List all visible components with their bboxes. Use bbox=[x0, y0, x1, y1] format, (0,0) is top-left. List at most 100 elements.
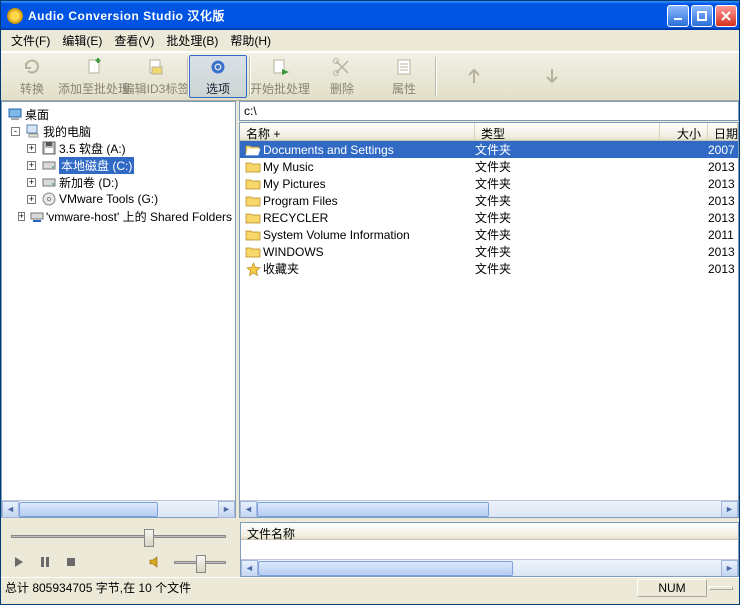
list-hscroll[interactable]: ◄ ► bbox=[240, 500, 738, 517]
stop-button[interactable] bbox=[63, 554, 79, 570]
file-list: 名称 + 类型 大小 日期 Documents and Settings文件夹2… bbox=[239, 122, 739, 518]
file-date: 2007 bbox=[708, 143, 738, 157]
pause-button[interactable] bbox=[37, 554, 53, 570]
menu-help[interactable]: 帮助(H) bbox=[224, 30, 277, 51]
expand-icon[interactable]: + bbox=[27, 161, 36, 170]
toolbar-addbatch-button[interactable]: 添加至批处理 bbox=[63, 53, 125, 100]
props-icon bbox=[393, 56, 415, 78]
toolbar-label: 转换 bbox=[20, 80, 44, 97]
scroll-left-icon[interactable]: ◄ bbox=[240, 501, 257, 518]
folder-icon bbox=[245, 194, 261, 208]
expand-icon[interactable]: + bbox=[27, 144, 36, 153]
gear-icon bbox=[207, 56, 229, 78]
col-size[interactable]: 大小 bbox=[660, 123, 708, 140]
file-date: 2013 bbox=[708, 177, 738, 191]
file-name: 收藏夹 bbox=[263, 260, 299, 277]
file-date: 2013 bbox=[708, 211, 738, 225]
toolbar-startbatch-button[interactable]: 开始批处理 bbox=[249, 53, 311, 100]
toolbar-props-button[interactable]: 属性 bbox=[373, 53, 435, 100]
bottom-col-filename[interactable]: 文件名称 bbox=[241, 523, 738, 540]
toolbar-editid3-button[interactable]: 编辑ID3标签 bbox=[125, 53, 187, 100]
scroll-left-icon[interactable]: ◄ bbox=[241, 560, 258, 577]
file-type: 文件夹 bbox=[475, 158, 660, 175]
status-empty bbox=[709, 586, 733, 590]
bottom-list: 文件名称 ◄ ► bbox=[240, 522, 739, 577]
toolbar-options-button[interactable]: 选项 bbox=[187, 53, 249, 100]
minimize-button[interactable] bbox=[667, 5, 689, 27]
tree-mycomputer[interactable]: - 我的电脑 bbox=[5, 123, 232, 139]
folder-icon bbox=[245, 160, 261, 174]
file-name: WINDOWS bbox=[263, 245, 324, 259]
file-row[interactable]: My Pictures文件夹2013 bbox=[240, 175, 738, 192]
folder-icon bbox=[245, 228, 261, 242]
toolbar: 转换 添加至批处理编辑ID3标签选项开始批处理 删除 属性 bbox=[1, 52, 739, 101]
netdrive-icon bbox=[30, 209, 44, 223]
col-date[interactable]: 日期 bbox=[708, 123, 738, 140]
status-num: NUM bbox=[637, 579, 707, 597]
tree-label: 3.5 软盘 (A:) bbox=[59, 140, 126, 157]
menu-batch[interactable]: 批处理(B) bbox=[160, 30, 224, 51]
tree-label: VMware Tools (G:) bbox=[59, 192, 158, 206]
expand-icon[interactable]: + bbox=[18, 212, 25, 221]
tree-drive[interactable]: +3.5 软盘 (A:) bbox=[5, 140, 232, 156]
scroll-right-icon[interactable]: ► bbox=[721, 501, 738, 518]
folder-icon bbox=[245, 211, 261, 225]
toolbar-label: 编辑ID3标签 bbox=[123, 80, 190, 97]
statusbar: 总计 805934705 字节,在 10 个文件 NUM bbox=[1, 577, 739, 597]
volume-slider[interactable] bbox=[174, 552, 226, 572]
bottom-hscroll[interactable]: ◄ ► bbox=[241, 559, 738, 576]
arrow-down-icon bbox=[541, 65, 563, 87]
col-name[interactable]: 名称 + bbox=[240, 123, 475, 140]
app-icon bbox=[7, 8, 23, 24]
col-type[interactable]: 类型 bbox=[475, 123, 660, 140]
file-type: 文件夹 bbox=[475, 226, 660, 243]
file-name: Program Files bbox=[263, 194, 338, 208]
collapse-icon[interactable]: - bbox=[11, 127, 20, 136]
path-input[interactable]: c:\ bbox=[239, 101, 739, 121]
tree-drive[interactable]: +本地磁盘 (C:) bbox=[5, 157, 232, 173]
tree-drive[interactable]: +新加卷 (D:) bbox=[5, 174, 232, 190]
menu-view[interactable]: 查看(V) bbox=[108, 30, 160, 51]
toolbar-label: 开始批处理 bbox=[250, 80, 310, 97]
hdd-icon bbox=[41, 158, 57, 172]
file-name: My Music bbox=[263, 160, 314, 174]
toolbar-delete-button[interactable]: 删除 bbox=[311, 53, 373, 100]
menu-file[interactable]: 文件(F) bbox=[5, 30, 56, 51]
file-row[interactable]: 收藏夹文件夹2013 bbox=[240, 260, 738, 277]
toolbar-up-button[interactable] bbox=[435, 53, 513, 100]
toolbar-convert-button[interactable]: 转换 bbox=[1, 53, 63, 100]
folder-tree[interactable]: 桌面 - 我的电脑 +3.5 软盘 (A:)+本地磁盘 (C:)+新加卷 (D:… bbox=[2, 102, 235, 500]
cd-icon bbox=[41, 192, 57, 206]
menu-edit[interactable]: 编辑(E) bbox=[56, 30, 108, 51]
file-row[interactable]: My Music文件夹2013 bbox=[240, 158, 738, 175]
maximize-button[interactable] bbox=[691, 5, 713, 27]
file-row[interactable]: System Volume Information文件夹2011 bbox=[240, 226, 738, 243]
close-button[interactable] bbox=[715, 5, 737, 27]
tree-hscroll[interactable]: ◄ ► bbox=[2, 500, 235, 517]
play-button[interactable] bbox=[11, 554, 27, 570]
folder-open-icon bbox=[245, 143, 261, 157]
file-row[interactable]: RECYCLER文件夹2013 bbox=[240, 209, 738, 226]
menubar: 文件(F) 编辑(E) 查看(V) 批处理(B) 帮助(H) bbox=[1, 30, 739, 52]
arrow-up-icon bbox=[463, 65, 485, 87]
file-type: 文件夹 bbox=[475, 175, 660, 192]
scroll-right-icon[interactable]: ► bbox=[721, 560, 738, 577]
file-type: 文件夹 bbox=[475, 141, 660, 158]
tree-drive[interactable]: +'vmware-host' 上的 Shared Folders bbox=[5, 208, 232, 224]
file-row[interactable]: Documents and Settings文件夹2007 bbox=[240, 141, 738, 158]
file-row[interactable]: WINDOWS文件夹2013 bbox=[240, 243, 738, 260]
hdd-icon bbox=[41, 175, 57, 189]
seek-slider[interactable] bbox=[11, 526, 226, 546]
tree-desktop[interactable]: 桌面 bbox=[5, 106, 232, 122]
expand-icon[interactable]: + bbox=[27, 195, 36, 204]
scroll-left-icon[interactable]: ◄ bbox=[2, 501, 19, 518]
window-title: Audio Conversion Studio 汉化版 bbox=[28, 7, 665, 24]
toolbar-down-button[interactable] bbox=[513, 53, 591, 100]
scroll-right-icon[interactable]: ► bbox=[218, 501, 235, 518]
desktop-icon bbox=[7, 107, 23, 121]
expand-icon[interactable]: + bbox=[27, 178, 36, 187]
toolbar-label: 删除 bbox=[330, 80, 354, 97]
tree-drive[interactable]: + VMware Tools (G:) bbox=[5, 191, 232, 207]
star-icon bbox=[245, 262, 261, 276]
file-row[interactable]: Program Files文件夹2013 bbox=[240, 192, 738, 209]
